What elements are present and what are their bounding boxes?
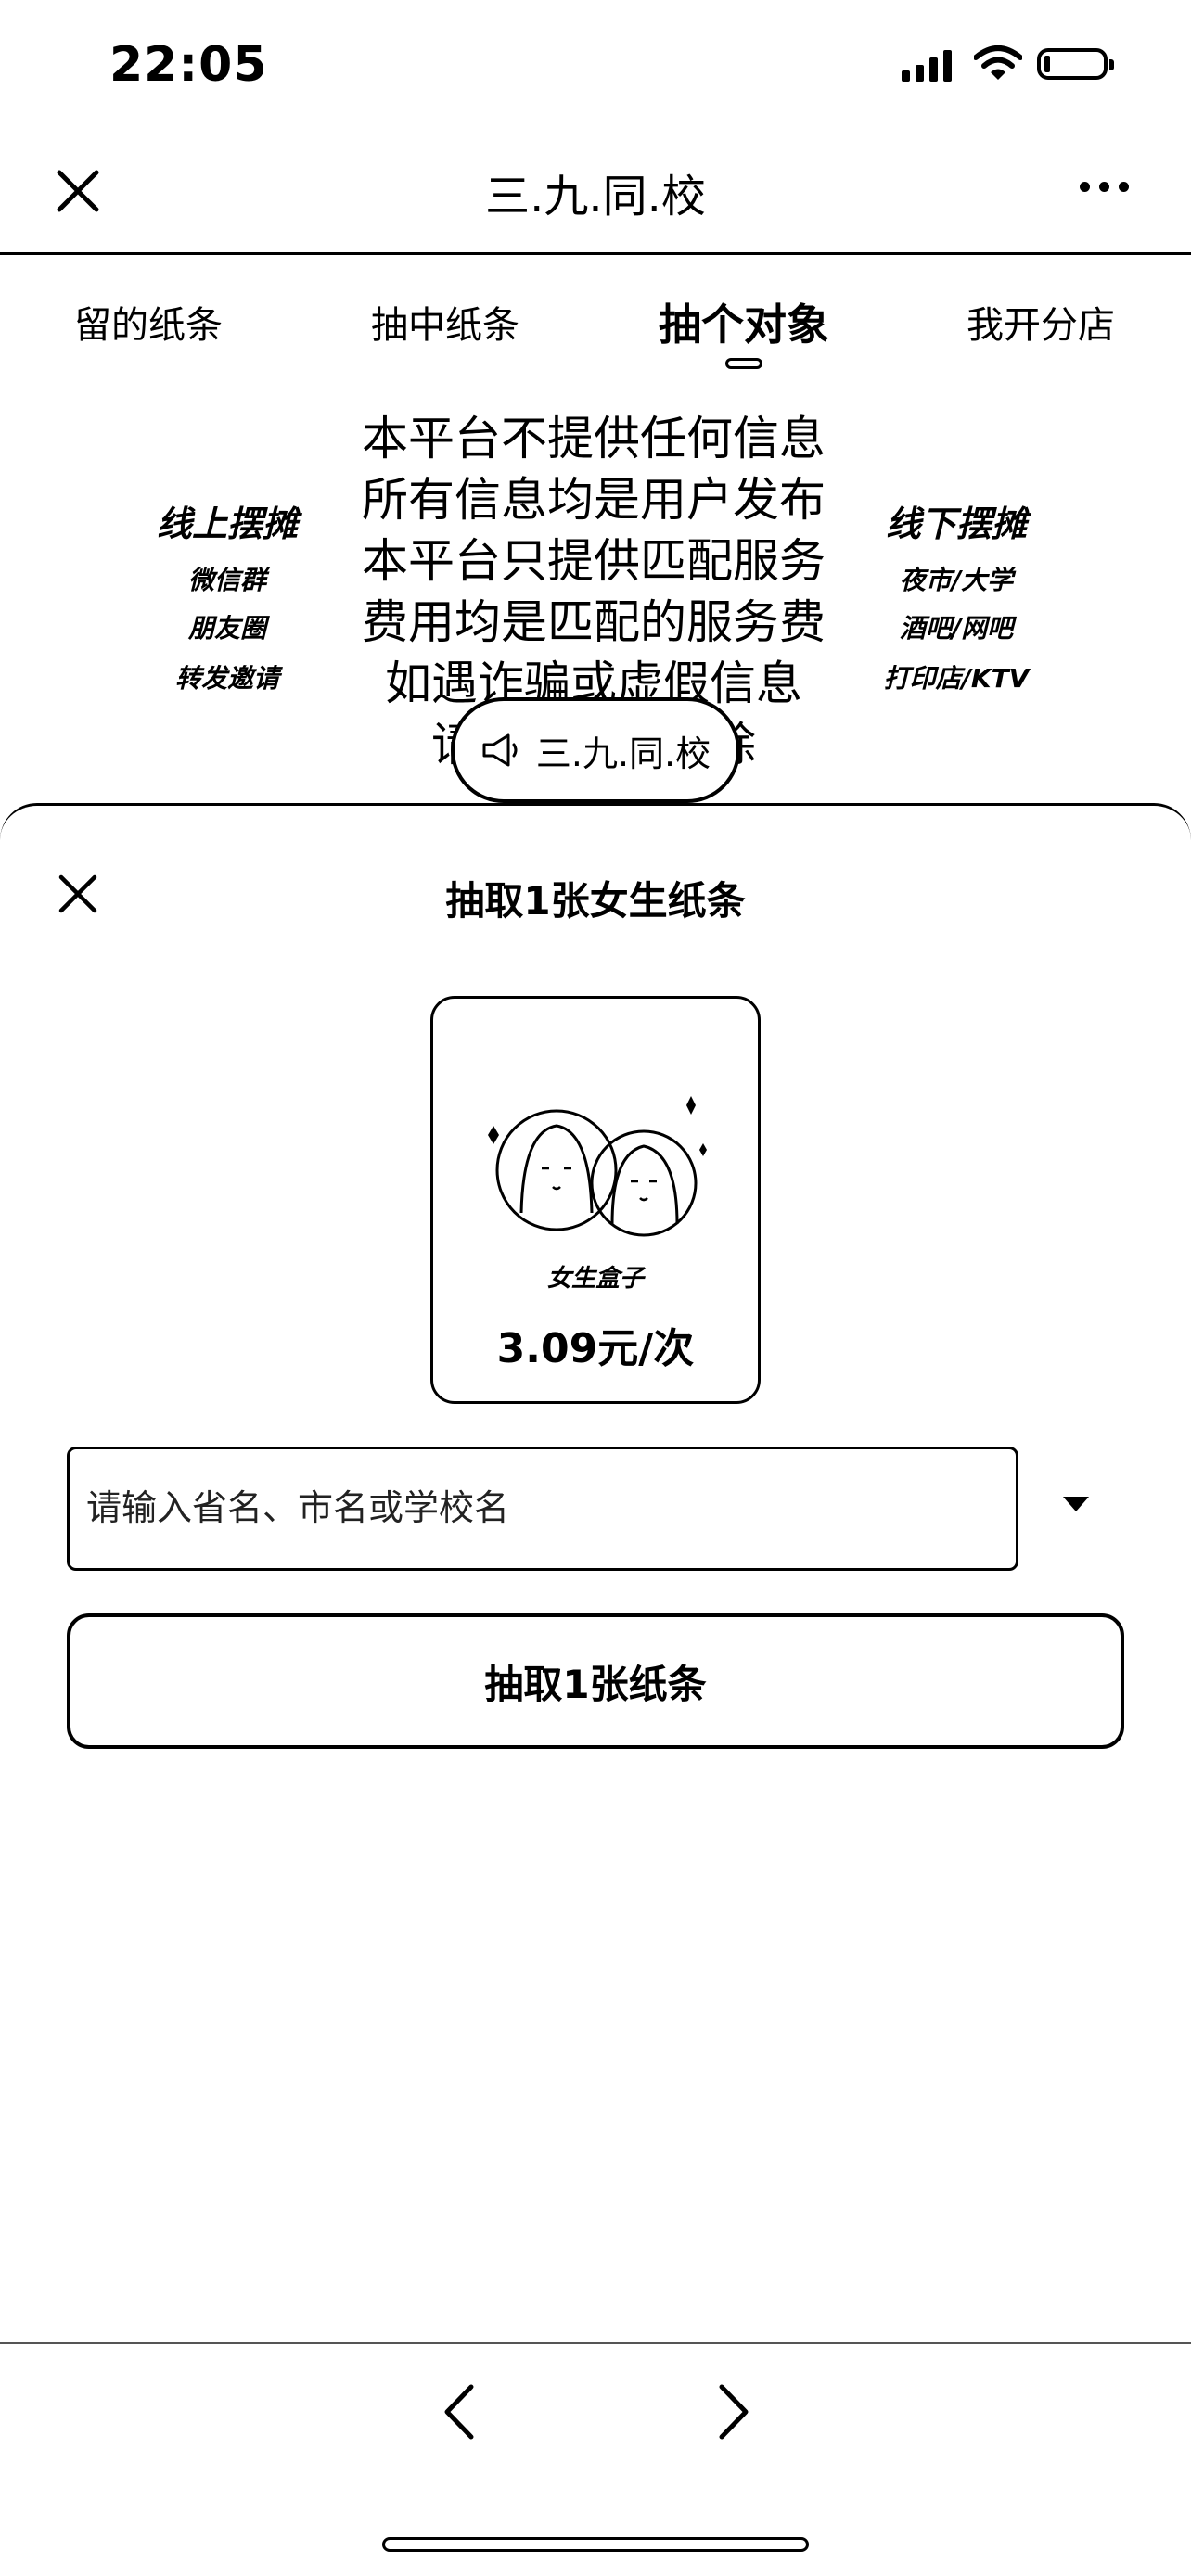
online-stall-item: 微信群 <box>187 565 266 595</box>
offline-stall-title: 线下摆摊 <box>885 504 1027 544</box>
banner-line: 所有信息均是用户发布 <box>362 473 826 527</box>
toolbar-divider <box>0 2342 1191 2344</box>
caret-down-icon[interactable] <box>1063 1497 1089 1511</box>
home-indicator <box>382 2537 809 2552</box>
offline-stall-item: 夜市/大学 <box>899 565 1014 595</box>
draw-note-button[interactable]: 抽取1张纸条 <box>67 1613 1124 1749</box>
battery-icon <box>1037 48 1114 80</box>
girls-illustration-icon <box>488 1096 707 1237</box>
sheet-title: 抽取1张女生纸条 <box>445 878 746 924</box>
more-icon[interactable] <box>1080 182 1129 192</box>
online-stall-title: 线上摆摊 <box>156 504 298 544</box>
offline-stall-item: 打印店/KTV <box>883 663 1030 694</box>
card-name: 女生盒子 <box>546 1265 644 1293</box>
active-tab-indicator <box>725 358 762 369</box>
tab-left-notes[interactable]: 留的纸条 <box>28 295 269 349</box>
nav-divider <box>0 252 1191 255</box>
card-price: 3.09元/次 <box>496 1325 695 1372</box>
tab-drawn-notes[interactable]: 抽中纸条 <box>325 295 566 349</box>
cellular-signal-icon <box>902 48 952 82</box>
school-search-box <box>67 1447 1018 1571</box>
online-stall-item: 朋友圈 <box>187 613 266 644</box>
announcement-label: 三.九.同.校 <box>535 733 711 774</box>
back-arrow-icon[interactable] <box>432 2379 488 2444</box>
tab-open-branch[interactable]: 我开分店 <box>920 295 1161 349</box>
tab-find-partner[interactable]: 抽个对象 <box>623 291 864 352</box>
banner-line: 本平台不提供任何信息 <box>362 412 826 465</box>
offline-stall-item: 酒吧/网吧 <box>899 613 1014 644</box>
banner-line: 费用均是匹配的服务费 <box>362 595 826 649</box>
page-title: 三.九.同.校 <box>485 171 706 223</box>
megaphone-icon <box>482 733 518 767</box>
school-search-input[interactable] <box>70 1449 1016 1568</box>
forward-arrow-icon[interactable] <box>705 2379 761 2444</box>
announcement-pill[interactable]: 三.九.同.校 <box>451 697 740 803</box>
status-time: 22:05 <box>109 37 268 93</box>
wifi-icon <box>974 45 1022 80</box>
online-stall-item: 转发邀请 <box>174 663 279 694</box>
banner-line: 本平台只提供匹配服务 <box>362 534 826 588</box>
